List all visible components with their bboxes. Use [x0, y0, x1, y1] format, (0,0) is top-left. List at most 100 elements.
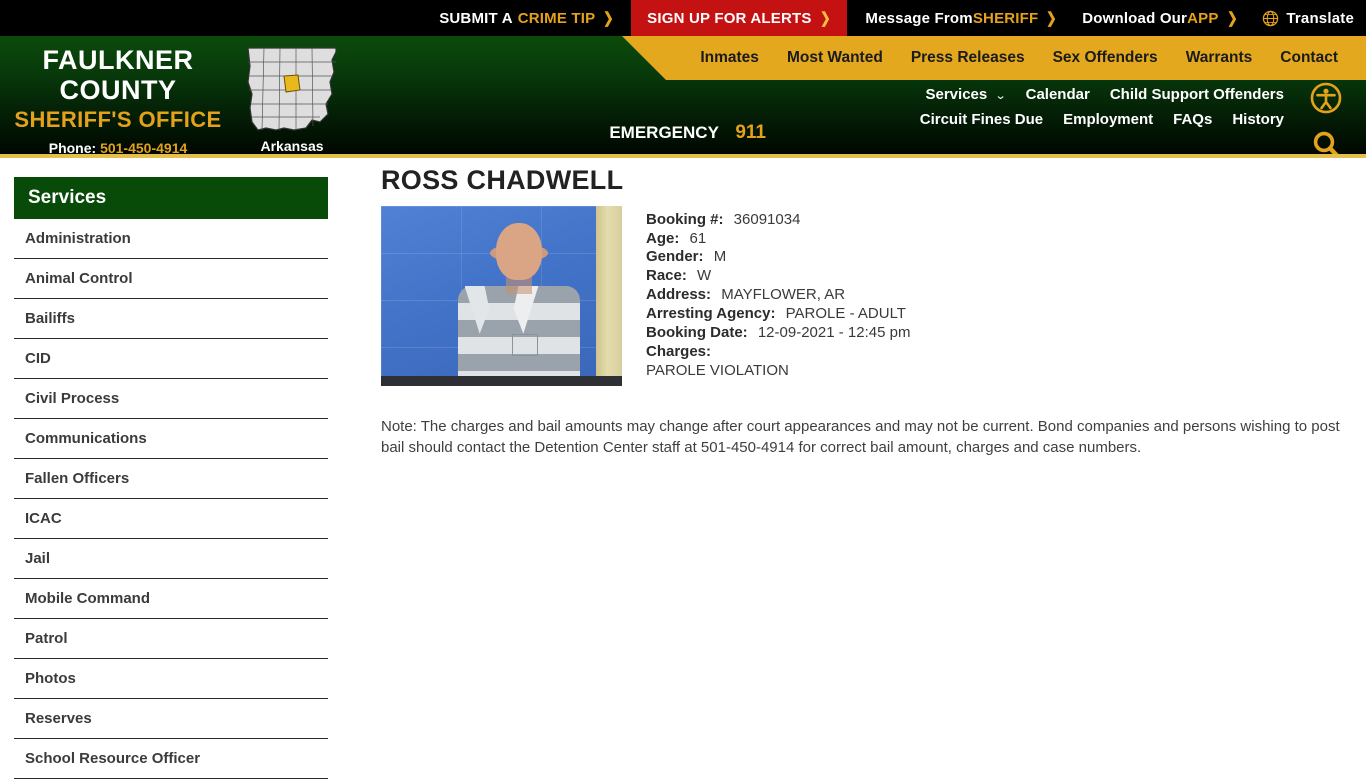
subnav-services-label: Services	[925, 86, 988, 103]
sidebar-item-mobile-command[interactable]: Mobile Command	[14, 579, 328, 619]
chevron-right-icon: ❯	[603, 9, 615, 27]
field-value: 61	[689, 229, 707, 247]
field-value: M	[713, 248, 727, 266]
nav-item-warrants[interactable]: Warrants	[1172, 49, 1267, 67]
field-value: 36091034	[733, 210, 801, 228]
field-booking-number: Booking #: 36091034	[646, 211, 910, 230]
brand-office: SHERIFF'S OFFICE	[14, 107, 222, 133]
sidebar-item-patrol[interactable]: Patrol	[14, 619, 328, 659]
sidebar-item-photos[interactable]: Photos	[14, 659, 328, 699]
message-from-sheriff-accent: SHERIFF	[972, 9, 1039, 27]
field-label: Race:	[646, 267, 687, 285]
phone-number[interactable]: 501-450-4914	[100, 140, 187, 154]
phone-label: Phone:	[48, 140, 97, 154]
globe-icon	[1262, 10, 1279, 27]
field-gender: Gender: M	[646, 248, 910, 267]
submit-crime-tip-text: SUBMIT A	[439, 9, 513, 27]
top-utility-bar: SUBMIT A CRIME TIP ❯ SIGN UP FOR ALERTS …	[0, 0, 1366, 36]
emergency-number: 911	[735, 122, 766, 143]
field-value: 12-09-2021 - 12:45 pm	[757, 324, 911, 342]
sign-up-alerts-button[interactable]: SIGN UP FOR ALERTS ❯	[631, 0, 848, 36]
nav-item-most-wanted[interactable]: Most Wanted	[773, 49, 897, 67]
mugshot-floor	[381, 375, 622, 386]
chevron-right-icon: ❯	[819, 9, 831, 27]
accessibility-icon[interactable]	[1310, 82, 1342, 119]
brand-block[interactable]: FAULKNER COUNTY SHERIFF'S OFFICE Phone: …	[0, 45, 236, 154]
subnav-item-history[interactable]: History	[1222, 111, 1294, 128]
header-gold-divider	[0, 154, 1366, 158]
site-header: FAULKNER COUNTY SHERIFF'S OFFICE Phone: …	[0, 36, 1366, 154]
field-label: Gender:	[646, 248, 704, 266]
sign-up-alerts-text: SIGN UP FOR ALERTS	[647, 9, 812, 27]
brand-county: FAULKNER COUNTY	[42, 45, 194, 105]
field-label: Arresting Agency:	[646, 305, 776, 323]
field-label: Age:	[646, 229, 680, 247]
arkansas-map-block: Arkansas	[240, 42, 344, 154]
chevron-right-icon: ❯	[1226, 9, 1238, 27]
field-label: Address:	[646, 286, 712, 304]
sidebar-item-fallen-officers[interactable]: Fallen Officers	[14, 459, 328, 499]
inmate-mugshot	[381, 205, 622, 386]
secondary-nav-row-2: Circuit Fines Due Employment FAQs Histor…	[910, 111, 1294, 128]
sidebar-item-school-resource-officer[interactable]: School Resource Officer	[14, 739, 328, 779]
subnav-item-circuit-fines-due[interactable]: Circuit Fines Due	[910, 111, 1053, 128]
subnav-item-faqs[interactable]: FAQs	[1163, 111, 1222, 128]
sidebar-item-animal-control[interactable]: Animal Control	[14, 259, 328, 299]
brand-phone-line: Phone: 501-450-4914	[0, 140, 236, 154]
nav-item-sex-offenders[interactable]: Sex Offenders	[1039, 49, 1172, 67]
field-arresting-agency: Arresting Agency: PAROLE - ADULT	[646, 305, 910, 324]
submit-crime-tip-accent: CRIME TIP	[517, 9, 596, 27]
nav-item-contact[interactable]: Contact	[1266, 49, 1352, 67]
subnav-item-services[interactable]: Services ⌄	[916, 86, 1016, 103]
sidebar-item-civil-process[interactable]: Civil Process	[14, 379, 328, 419]
message-from-sheriff-link[interactable]: Message From SHERIFF ❯	[853, 0, 1070, 36]
charges-label: Charges:	[646, 342, 712, 360]
sidebar-item-communications[interactable]: Communications	[14, 419, 328, 459]
sidebar-item-administration[interactable]: Administration	[14, 219, 328, 259]
secondary-navigation: Services ⌄ Calendar Child Support Offend…	[774, 86, 1294, 128]
emergency-label: EMERGENCY	[609, 123, 719, 142]
translate-label: Translate	[1286, 9, 1354, 27]
submit-crime-tip-link[interactable]: SUBMIT A CRIME TIP ❯	[427, 0, 627, 36]
translate-link[interactable]: Translate	[1250, 0, 1366, 36]
field-label: Booking Date:	[646, 324, 748, 342]
inmate-detail-row: Booking #: 36091034 Age: 61 Gender: M Ra…	[381, 205, 1356, 386]
secondary-nav-row-1: Services ⌄ Calendar Child Support Offend…	[916, 86, 1295, 103]
field-value: W	[697, 267, 712, 285]
field-label: Booking #:	[646, 210, 724, 228]
sidebar-heading[interactable]: Services	[14, 177, 328, 219]
nav-item-press-releases[interactable]: Press Releases	[897, 49, 1039, 67]
chevron-right-icon: ❯	[1046, 9, 1058, 27]
field-value: MAYFLOWER, AR	[721, 286, 846, 304]
sidebar-item-bailiffs[interactable]: Bailiffs	[14, 299, 328, 339]
search-icon[interactable]	[1310, 129, 1342, 154]
field-age: Age: 61	[646, 230, 910, 249]
subnav-item-calendar[interactable]: Calendar	[1016, 86, 1100, 103]
sidebar-item-cid[interactable]: CID	[14, 339, 328, 379]
map-state-label: Arkansas	[260, 138, 324, 154]
field-booking-date: Booking Date: 12-09-2021 - 12:45 pm	[646, 324, 910, 343]
inmate-field-list: Booking #: 36091034 Age: 61 Gender: M Ra…	[646, 206, 910, 381]
nav-item-inmates[interactable]: Inmates	[686, 49, 773, 67]
main-navigation: Inmates Most Wanted Press Releases Sex O…	[622, 36, 1366, 80]
header-icon-column	[1298, 82, 1354, 154]
inmate-detail-panel: ROSS CHADWELL Booking #: 36091034 Age: 6…	[381, 165, 1356, 458]
subnav-item-child-support-offenders[interactable]: Child Support Offenders	[1100, 86, 1294, 103]
subnav-item-employment[interactable]: Employment	[1053, 111, 1163, 128]
emergency-block: EMERGENCY 911	[609, 122, 766, 144]
sidebar-item-icac[interactable]: ICAC	[14, 499, 328, 539]
field-race: Race: W	[646, 267, 910, 286]
field-charges-value: PAROLE VIOLATION	[646, 361, 789, 379]
sidebar-item-jail[interactable]: Jail	[14, 539, 328, 579]
message-from-sheriff-text: Message From	[865, 9, 973, 27]
sidebar-item-reserves[interactable]: Reserves	[14, 699, 328, 739]
download-app-link[interactable]: Download Our APP ❯	[1070, 0, 1250, 36]
field-charges-label: Charges:	[646, 343, 910, 362]
field-address: Address: MAYFLOWER, AR	[646, 286, 910, 305]
disclaimer-note: Note: The charges and bail amounts may c…	[381, 417, 1340, 456]
chevron-down-icon: ⌄	[995, 90, 1008, 102]
field-value: PAROLE - ADULT	[785, 305, 906, 323]
download-app-text: Download Our	[1082, 9, 1188, 27]
arkansas-county-map-icon	[247, 47, 337, 131]
services-sidebar: Services Administration Animal Control B…	[14, 177, 328, 779]
